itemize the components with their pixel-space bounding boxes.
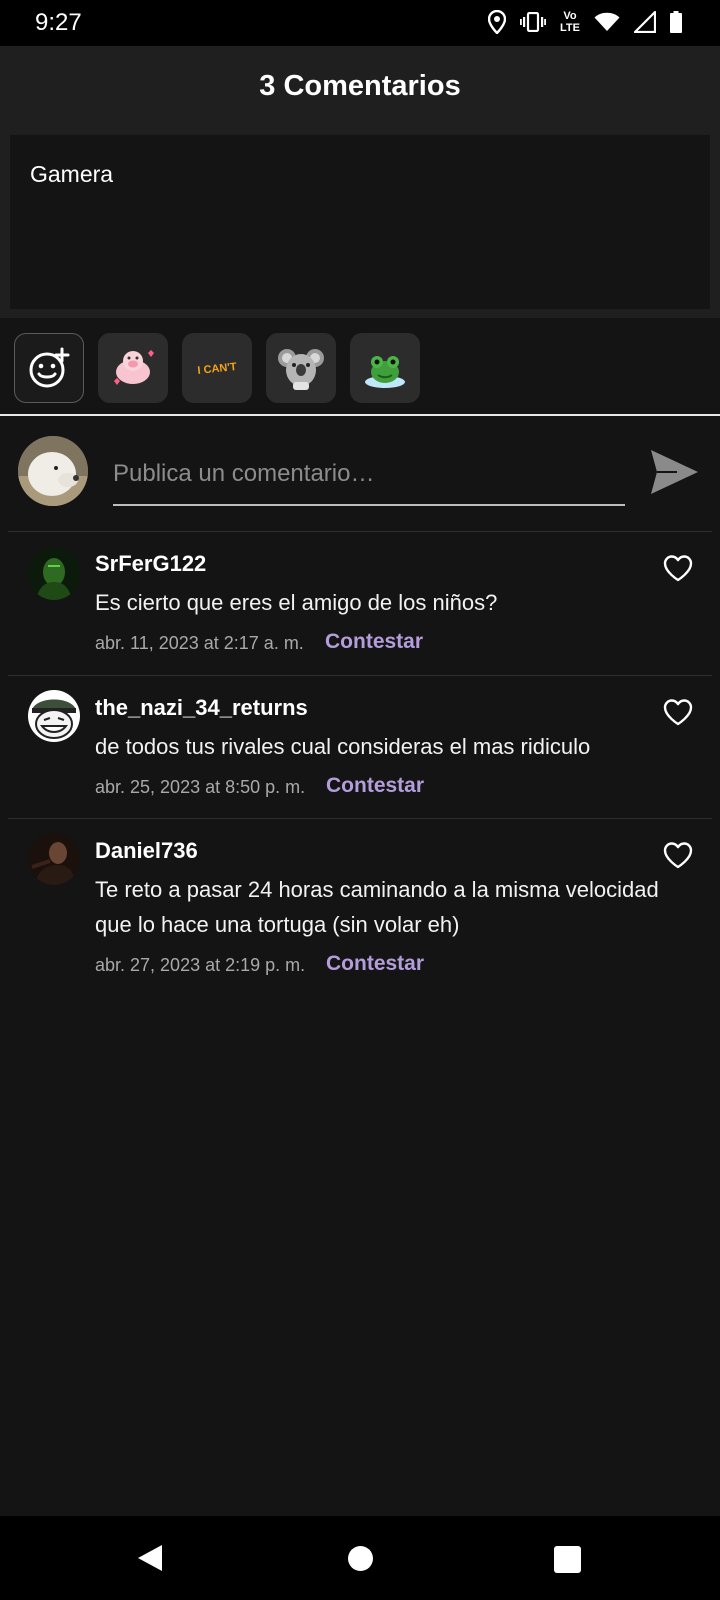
comment-date: abr. 11, 2023 at 2:17 a. m. — [95, 633, 304, 653]
comment-avatar[interactable] — [28, 690, 80, 742]
like-button[interactable] — [662, 553, 694, 583]
comment-avatar[interactable] — [28, 833, 80, 885]
comments-header: 3 Comentarios — [0, 46, 720, 132]
reply-button[interactable]: Contestar — [326, 774, 424, 798]
frog-sticker — [365, 356, 405, 388]
user-avatar — [18, 436, 88, 506]
system-nav-bar — [0, 1516, 720, 1600]
comment-composer: Publica un comentario… — [0, 418, 720, 530]
emoji-add-icon — [29, 347, 70, 388]
koala-sticker — [278, 349, 324, 390]
comment-author[interactable]: Daniel736 — [95, 838, 198, 864]
recent-apps-icon[interactable] — [554, 1546, 581, 1573]
vibrate-icon — [520, 12, 547, 32]
status-bar: 9:27 Vo LTE — [0, 0, 720, 46]
heart-icon — [663, 699, 693, 726]
send-icon — [651, 450, 698, 494]
volte-top-label: Vo — [563, 10, 577, 22]
draft-area: Gamera — [0, 132, 720, 318]
status-icons: Vo LTE — [488, 10, 682, 34]
comment-date: abr. 25, 2023 at 8:50 p. m. — [95, 777, 306, 797]
comment-text: Es cierto que eres el amigo de los niños… — [95, 590, 498, 615]
frog-sticker-button[interactable] — [350, 333, 420, 403]
comment-input[interactable]: Publica un comentario… — [113, 442, 625, 506]
koala-sticker-button[interactable] — [266, 333, 336, 403]
like-button[interactable] — [662, 697, 694, 727]
send-button[interactable] — [648, 446, 700, 498]
comment-text: de todos tus rivales cual consideras el … — [95, 734, 591, 759]
back-icon[interactable] — [136, 1543, 164, 1573]
emoji-add-button[interactable] — [14, 333, 84, 403]
i-cant-sticker: I CAN'T — [197, 361, 238, 377]
wifi-icon — [594, 12, 620, 32]
comment-avatar[interactable] — [28, 548, 80, 600]
reply-button[interactable]: Contestar — [325, 630, 423, 654]
signal-icon — [634, 11, 656, 33]
i-cant-sticker-button[interactable]: I CAN'T — [182, 333, 252, 403]
sticker-row: I CAN'T — [0, 318, 720, 416]
reply-button[interactable]: Contestar — [326, 952, 424, 976]
pig-sticker — [114, 350, 154, 385]
like-button[interactable] — [662, 840, 694, 870]
divider — [8, 675, 712, 676]
volte-icon: Vo LTE — [560, 10, 580, 34]
divider — [8, 531, 712, 532]
comment-date: abr. 27, 2023 at 2:19 p. m. — [95, 955, 306, 975]
volte-bottom-label: LTE — [560, 22, 580, 34]
pig-sticker-button[interactable] — [98, 333, 168, 403]
comment-input-placeholder: Publica un comentario… — [113, 460, 375, 487]
location-icon — [488, 10, 507, 34]
draft-text-value: Gamera — [30, 161, 114, 187]
battery-icon — [670, 11, 682, 33]
comment-author[interactable]: the_nazi_34_returns — [95, 695, 308, 721]
draft-text-field[interactable]: Gamera — [10, 135, 710, 309]
page-title: 3 Comentarios — [259, 70, 461, 102]
status-time: 9:27 — [35, 9, 82, 36]
comment-text: Te reto a pasar 24 horas caminando a la … — [95, 877, 659, 937]
heart-icon — [663, 842, 693, 869]
svg-text:I CAN'T: I CAN'T — [197, 361, 238, 377]
divider — [8, 818, 712, 819]
home-icon[interactable] — [348, 1546, 373, 1571]
comment-author[interactable]: SrFerG122 — [95, 551, 206, 577]
heart-icon — [663, 555, 693, 582]
